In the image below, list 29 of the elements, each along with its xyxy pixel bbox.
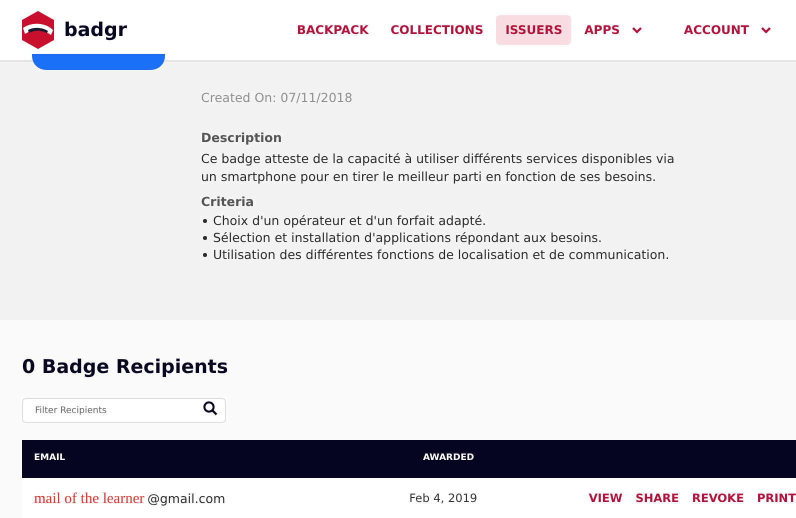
- action-link[interactable]: REVOKE: [692, 490, 744, 508]
- section-title: 0 Badge Recipients: [22, 355, 230, 380]
- description-text: Ce badge atteste de la capacité à utiliser différents services disponibles via un smartphone pour en tirer le meilleur parti en fonction de ses besoins.: [201, 150, 676, 186]
- button[interactable]: [32, 54, 165, 70]
- column-header: AWARDED: [423, 452, 474, 465]
- action-link[interactable]: SHARE: [635, 490, 679, 508]
- action-link[interactable]: VIEW: [588, 490, 622, 508]
- date-cell-text: Feb 4, 2019: [409, 490, 478, 508]
- bullet-icon: [203, 236, 207, 240]
- nav-link[interactable]: ACCOUNT: [674, 15, 780, 45]
- section-heading: Description: [201, 128, 283, 147]
- action-link[interactable]: PRINT: [756, 490, 796, 508]
- section-heading: Criteria: [201, 192, 255, 210]
- bullet-icon: [203, 218, 207, 223]
- logo-icon: [20, 10, 56, 50]
- criteria-item: Choix d'un opérateur et d'un forfait adapté.: [213, 212, 486, 230]
- nav-link[interactable]: BACKPACK: [288, 15, 378, 45]
- email-cell-text: mail of the learner @gmail.com: [33, 490, 226, 509]
- logo-text: badgr: [64, 18, 127, 43]
- filter-field[interactable]: Filter Recipients: [22, 398, 226, 423]
- nav-link[interactable]: APPS: [575, 15, 651, 45]
- criteria-item: Sélection et installation d'applications répondant aux besoins.: [213, 229, 602, 246]
- column-header: EMAIL: [33, 452, 66, 465]
- criteria-item: Utilisation des différentes fonctions de localisation et de communication.: [213, 246, 670, 264]
- bullet-icon: [203, 252, 207, 257]
- nav-link[interactable]: COLLECTIONS: [382, 15, 492, 45]
- created-date: Created On: 07/11/2018: [201, 89, 354, 107]
- nav-link[interactable]: ISSUERS: [496, 15, 572, 45]
- search-icon[interactable]: [203, 400, 218, 416]
